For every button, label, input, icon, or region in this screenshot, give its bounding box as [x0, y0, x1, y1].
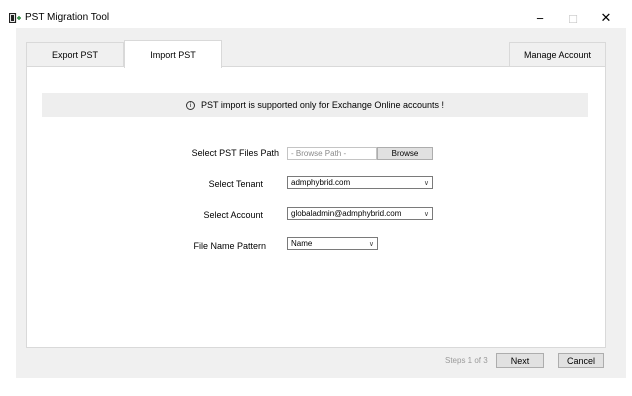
info-text: PST import is supported only for Exchang…	[201, 100, 444, 110]
tenant-select[interactable]: admphybrid.com ∨	[287, 176, 433, 189]
account-value: globaladmin@admphybrid.com	[291, 209, 402, 218]
chevron-down-icon: ∨	[423, 178, 429, 187]
account-label: Select Account	[203, 210, 263, 220]
cancel-button[interactable]: Cancel	[558, 353, 604, 368]
browse-button[interactable]: Browse	[377, 147, 433, 160]
steps-indicator: Steps 1 of 3	[445, 356, 488, 365]
next-button[interactable]: Next	[496, 353, 544, 368]
account-select[interactable]: globaladmin@admphybrid.com ∨	[287, 207, 433, 220]
tab-manage-account[interactable]: Manage Account	[509, 42, 606, 67]
pattern-value: Name	[291, 239, 313, 248]
import-pst-panel: i PST import is supported only for Excha…	[26, 66, 606, 348]
app-logo-icon	[9, 13, 21, 23]
tab-export-pst[interactable]: Export PST	[26, 42, 124, 67]
tenant-label: Select Tenant	[208, 179, 263, 189]
main-content: Export PST Manage Account i PST import i…	[16, 28, 626, 378]
pattern-select[interactable]: Name ∨	[287, 237, 378, 250]
tenant-value: admphybrid.com	[291, 178, 351, 187]
close-button[interactable]: ✕	[592, 8, 620, 28]
tab-import-pst[interactable]: Import PST	[124, 40, 222, 68]
pst-path-label: Select PST Files Path	[191, 148, 279, 158]
info-banner: i PST import is supported only for Excha…	[42, 93, 588, 117]
pst-path-input[interactable]: - Browse Path -	[287, 147, 377, 160]
chevron-down-icon: ∨	[368, 239, 374, 248]
window-title: PST Migration Tool	[25, 12, 110, 23]
info-circle-icon: i	[186, 100, 196, 110]
pattern-label: File Name Pattern	[193, 241, 266, 251]
maximize-button[interactable]: □	[559, 8, 587, 28]
chevron-down-icon: ∨	[423, 209, 429, 218]
minimize-button[interactable]: −	[526, 8, 554, 28]
